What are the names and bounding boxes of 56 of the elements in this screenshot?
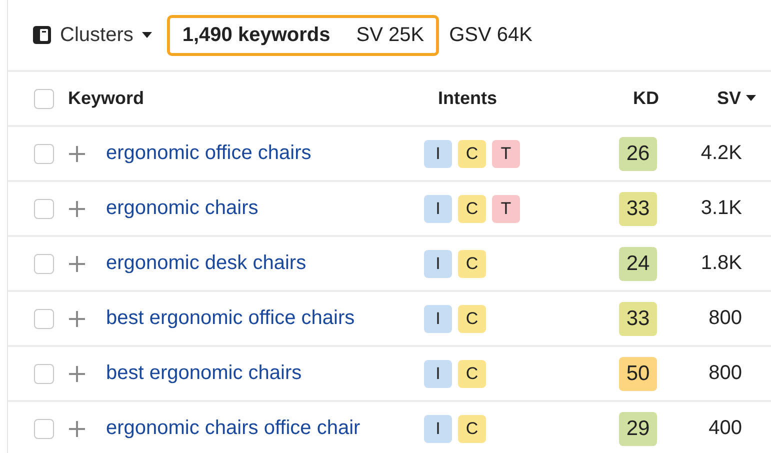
select-all-checkbox[interactable] — [34, 88, 54, 108]
keyword-count: 1,490 keywords — [182, 24, 330, 46]
row-checkbox[interactable] — [34, 308, 54, 328]
difficulty-score: 33 — [619, 302, 657, 336]
panel-icon — [32, 25, 52, 45]
volume-cell-text: 800 — [708, 307, 742, 330]
intent-tag: C — [458, 194, 486, 222]
volume-cell-text: 4.2K — [700, 142, 742, 165]
intent-tag: I — [424, 140, 452, 168]
intent-tag: C — [458, 140, 486, 168]
intent-tag: C — [458, 360, 486, 388]
difficulty-score: 50 — [619, 356, 657, 390]
caret-icon — [141, 31, 154, 39]
row-checkbox[interactable] — [34, 254, 54, 274]
row-checkbox[interactable] — [34, 198, 54, 218]
intent-tag: I — [424, 304, 452, 332]
intent-tag: T — [492, 194, 520, 222]
row-checkbox[interactable] — [34, 364, 54, 384]
plus-icon[interactable] — [68, 200, 86, 218]
plus-icon[interactable] — [68, 254, 86, 272]
keyword-link[interactable]: ergonomic chairs — [106, 197, 424, 220]
volume-cell-text: 3.1K — [700, 197, 742, 220]
volume-cell-text: 1.8K — [700, 252, 742, 275]
keyword-link[interactable]: best ergonomic chairs — [106, 362, 424, 385]
keyword-link[interactable]: ergonomic chairs office chair — [106, 417, 424, 440]
row-checkbox[interactable] — [34, 144, 54, 164]
intent-tag: I — [424, 250, 452, 278]
search-volume: SV 25K — [356, 24, 424, 46]
plus-icon[interactable] — [68, 420, 86, 438]
clusters-dropdown[interactable]: Clusters — [32, 24, 154, 46]
row-checkbox[interactable] — [34, 418, 54, 438]
keyword-link[interactable]: best ergonomic office chairs — [106, 307, 424, 330]
sort-caret-icon — [746, 95, 756, 102]
intent-tag: C — [458, 304, 486, 332]
intent-tag: C — [458, 250, 486, 278]
difficulty-score: 26 — [619, 136, 657, 170]
keyword-link[interactable]: ergonomic office chairs — [106, 142, 424, 165]
volume-cell-text: 800 — [708, 362, 742, 385]
plus-icon[interactable] — [68, 144, 86, 162]
difficulty-score: 24 — [619, 246, 657, 280]
plus-icon[interactable] — [68, 310, 86, 328]
column-header[interactable]: Keyword — [68, 88, 438, 109]
volume-cell-text: 400 — [708, 417, 742, 440]
intent-tag: I — [424, 414, 452, 442]
column-header[interactable]: SV — [701, 88, 756, 109]
intent-tag: I — [424, 360, 452, 388]
global-search-volume: GSV 64K — [449, 24, 532, 46]
plus-icon[interactable] — [68, 364, 86, 382]
keyword-link[interactable]: ergonomic desk chairs — [106, 252, 424, 275]
column-header[interactable]: KD — [633, 88, 701, 109]
column-header[interactable]: Intents — [438, 88, 633, 109]
intent-tag: I — [424, 194, 452, 222]
intent-tag: T — [492, 140, 520, 168]
difficulty-score: 29 — [619, 412, 657, 446]
intent-tag: C — [458, 414, 486, 442]
difficulty-score: 33 — [619, 192, 657, 226]
